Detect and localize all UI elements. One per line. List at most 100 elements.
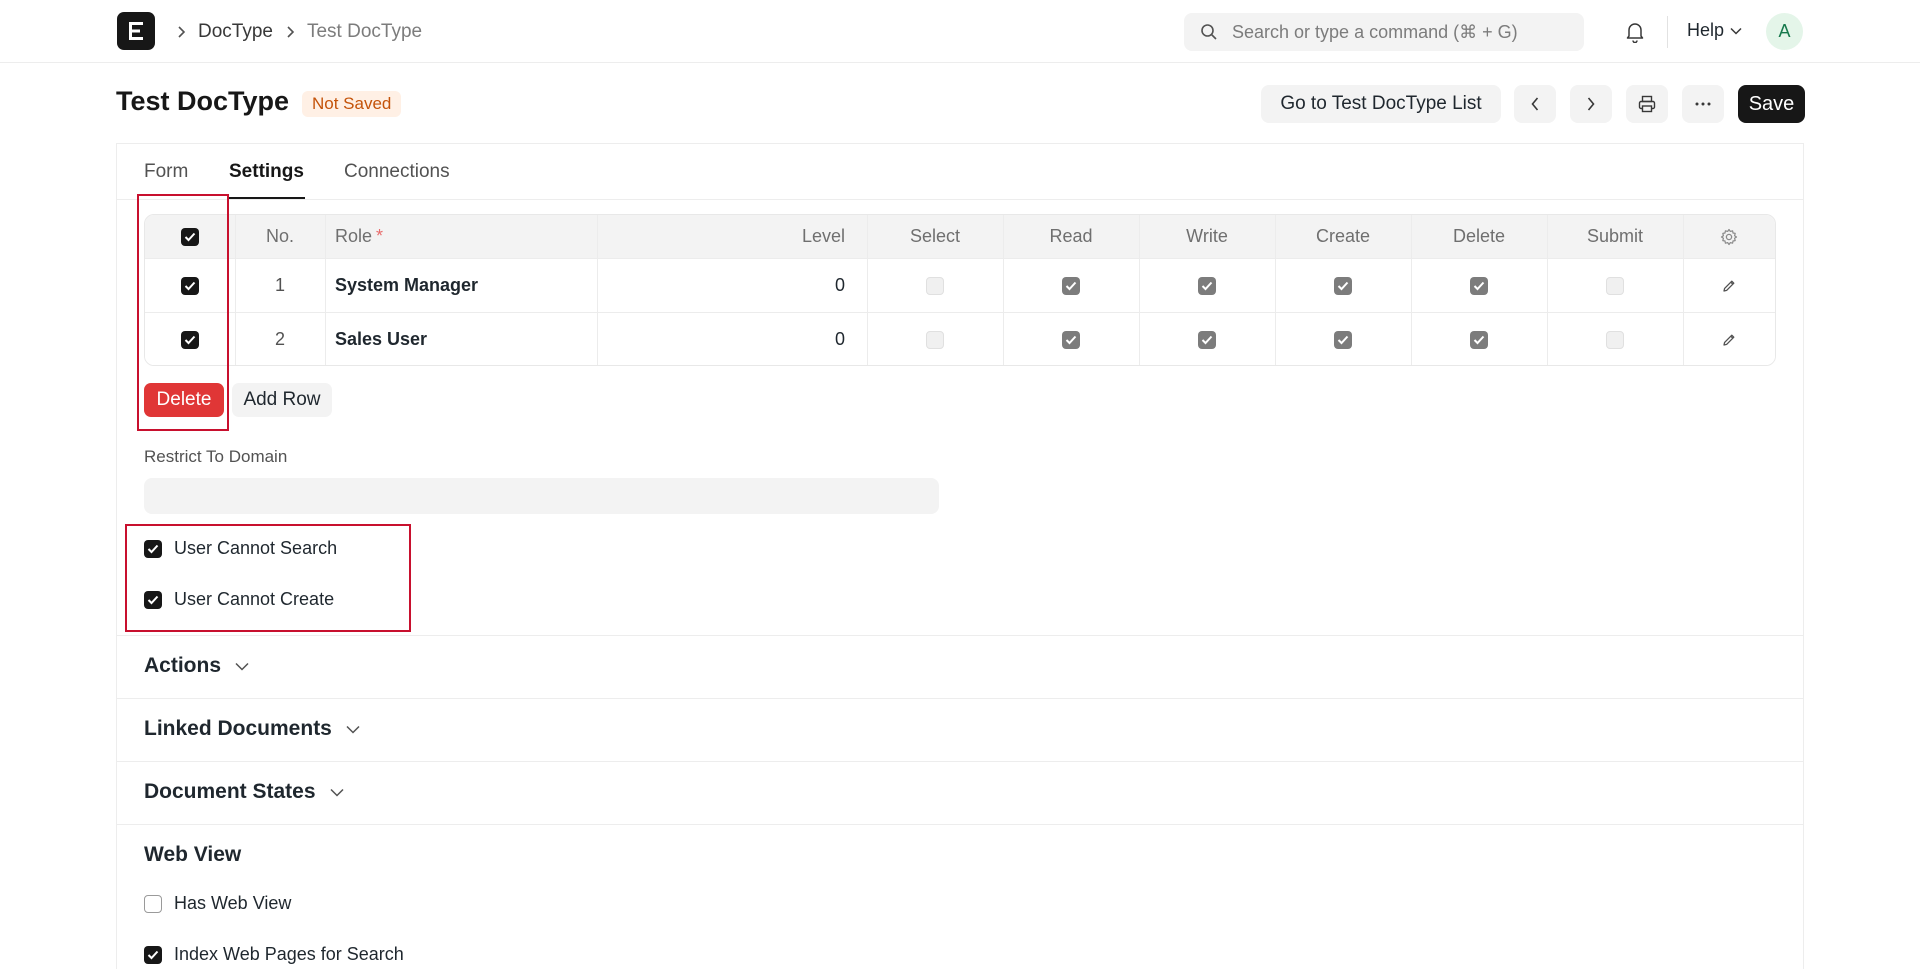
role-cell[interactable]: System Manager — [335, 259, 595, 312]
breadcrumb-doctype[interactable]: DocType — [198, 21, 273, 43]
column-header-role: Role — [335, 226, 373, 246]
chevron-left-icon — [1531, 97, 1539, 111]
role-cell[interactable]: Sales User — [335, 313, 595, 365]
section-title-document-states: Document States — [144, 780, 316, 803]
app-logo[interactable] — [117, 12, 155, 50]
create-permission-checkbox[interactable] — [1334, 276, 1352, 295]
column-header-write: Write — [1186, 226, 1228, 246]
level-cell[interactable]: 0 — [597, 313, 855, 365]
column-divider — [1683, 215, 1684, 365]
tab-form[interactable]: Form — [144, 161, 188, 183]
select-permission-checkbox[interactable] — [926, 276, 944, 295]
read-permission-checkbox[interactable] — [1062, 330, 1080, 349]
next-record-button[interactable] — [1570, 85, 1612, 123]
user-cannot-search-option[interactable]: User Cannot Search — [144, 538, 337, 559]
column-divider — [325, 215, 326, 365]
read-permission-checkbox[interactable] — [1062, 276, 1080, 295]
has-web-view-checkbox[interactable] — [144, 894, 162, 913]
select-permission-checkbox[interactable] — [926, 330, 944, 349]
avatar[interactable]: A — [1766, 13, 1803, 50]
column-header-delete: Delete — [1452, 226, 1506, 246]
search-placeholder: Search or type a command (⌘ + G) — [1232, 21, 1518, 42]
column-header-level: Level — [801, 226, 845, 246]
level-cell[interactable]: 0 — [597, 259, 855, 312]
has-web-view-label: Has Web View — [174, 893, 292, 913]
submit-permission-checkbox[interactable] — [1606, 276, 1624, 295]
form-tabs: Form Settings Connections — [117, 144, 1803, 200]
chevron-down-icon — [1730, 27, 1742, 35]
notifications-bell-icon[interactable] — [1622, 19, 1648, 45]
table-row[interactable]: 2 Sales User 0 — [145, 312, 1775, 365]
linked-documents-section[interactable]: Linked Documents — [117, 698, 1803, 761]
chevron-down-icon — [235, 662, 249, 671]
search-icon — [1201, 24, 1217, 40]
status-badge: Not Saved — [302, 91, 402, 117]
column-divider — [235, 215, 236, 365]
column-divider — [1003, 215, 1004, 365]
table-row[interactable]: 1 System Manager 0 — [145, 258, 1775, 312]
go-to-list-button[interactable]: Go to Test DocType List — [1261, 85, 1501, 123]
write-permission-checkbox[interactable] — [1198, 276, 1216, 295]
delete-rows-button[interactable]: Delete — [144, 383, 224, 417]
help-label: Help — [1687, 20, 1725, 40]
create-permission-checkbox[interactable] — [1334, 330, 1352, 349]
restrict-to-domain-label: Restrict To Domain — [144, 447, 288, 466]
edit-pencil-icon[interactable] — [1721, 332, 1737, 348]
user-cannot-create-checkbox[interactable] — [144, 590, 162, 609]
row-select-checkbox[interactable] — [181, 276, 199, 295]
column-header-read: Read — [1049, 226, 1093, 246]
restrict-to-domain-input[interactable] — [144, 478, 939, 514]
user-cannot-search-label: User Cannot Search — [174, 538, 338, 558]
web-view-section: Web View Has Web View Index Web Pages fo… — [117, 824, 1803, 969]
chevron-down-icon — [346, 725, 360, 734]
help-dropdown[interactable]: Help — [1687, 20, 1742, 41]
active-tab-indicator — [229, 197, 305, 199]
column-header-submit: Submit — [1586, 226, 1644, 246]
required-marker: * — [376, 226, 384, 246]
select-all-checkbox[interactable] — [181, 227, 199, 246]
tab-connections[interactable]: Connections — [344, 161, 450, 183]
document-states-section[interactable]: Document States — [117, 761, 1803, 824]
user-cannot-search-checkbox[interactable] — [144, 539, 162, 558]
save-button[interactable]: Save — [1738, 85, 1805, 123]
actions-section[interactable]: Actions — [117, 635, 1803, 698]
chevron-right-icon — [176, 25, 186, 39]
more-actions-button[interactable] — [1682, 85, 1724, 123]
delete-permission-checkbox[interactable] — [1470, 330, 1488, 349]
delete-permission-checkbox[interactable] — [1470, 276, 1488, 295]
column-divider — [1411, 215, 1412, 365]
print-button[interactable] — [1626, 85, 1668, 123]
submit-permission-checkbox[interactable] — [1606, 330, 1624, 349]
chevron-right-icon — [285, 25, 295, 39]
page-title: Test DocType — [116, 86, 290, 116]
permissions-table: No. Role * Level Select Read Write Creat… — [144, 214, 1776, 366]
edit-pencil-icon[interactable] — [1721, 278, 1737, 294]
column-divider — [597, 215, 598, 365]
more-horizontal-icon — [1695, 102, 1711, 106]
chevron-right-icon — [1587, 97, 1595, 111]
navbar-divider — [1667, 16, 1668, 48]
write-permission-checkbox[interactable] — [1198, 330, 1216, 349]
column-header-no: No. — [265, 226, 294, 246]
gear-icon[interactable] — [1720, 228, 1738, 246]
column-header-create: Create — [1315, 226, 1371, 246]
tab-settings[interactable]: Settings — [229, 161, 304, 183]
has-web-view-option[interactable]: Has Web View — [144, 893, 291, 914]
breadcrumb: DocType Test DocType — [172, 20, 422, 44]
row-number: 2 — [274, 329, 285, 349]
breadcrumb-current[interactable]: Test DocType — [307, 21, 422, 43]
section-title-linked-documents: Linked Documents — [144, 717, 332, 740]
navbar: DocType Test DocType Search or type a co… — [0, 0, 1920, 63]
previous-record-button[interactable] — [1514, 85, 1556, 123]
add-row-button[interactable]: Add Row — [232, 383, 332, 417]
column-divider — [1275, 215, 1276, 365]
row-number: 1 — [274, 275, 285, 295]
index-web-pages-label: Index Web Pages for Search — [174, 944, 404, 964]
user-cannot-create-option[interactable]: User Cannot Create — [144, 589, 334, 610]
column-divider — [1547, 215, 1548, 365]
row-select-checkbox[interactable] — [181, 330, 199, 349]
index-web-pages-checkbox[interactable] — [144, 945, 162, 964]
search-input[interactable]: Search or type a command (⌘ + G) — [1184, 13, 1584, 51]
column-divider — [1139, 215, 1140, 365]
index-web-pages-option[interactable]: Index Web Pages for Search — [144, 944, 404, 965]
